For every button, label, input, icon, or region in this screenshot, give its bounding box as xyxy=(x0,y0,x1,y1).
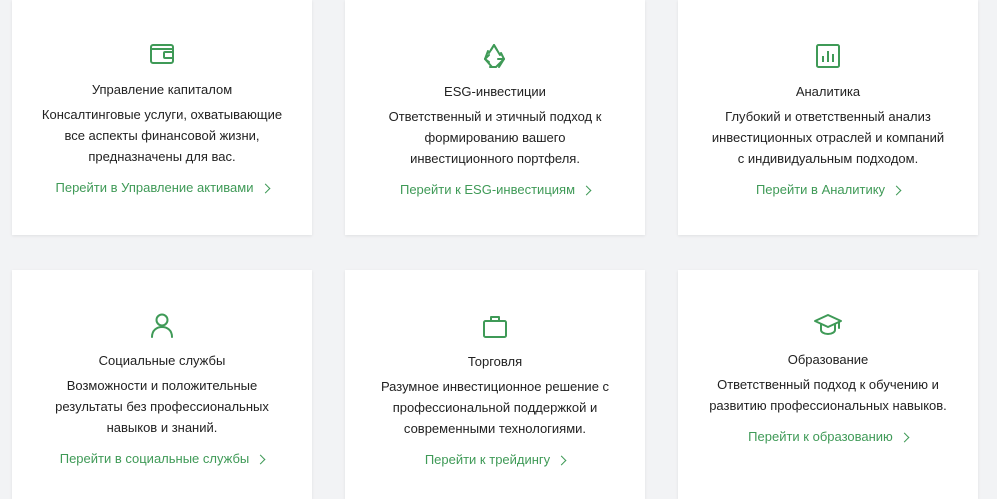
card-esg-investing: ESG-инвестиции Ответственный и этичный п… xyxy=(345,0,645,235)
card-title: Социальные службы xyxy=(98,353,226,368)
graduation-cap-icon xyxy=(812,308,844,340)
card-title: Аналитика xyxy=(795,84,861,99)
card-link-label: Перейти в социальные службы xyxy=(59,451,250,466)
card-link-label: Перейти к ESG-инвестициям xyxy=(399,182,576,197)
services-grid: Управление капиталом Консалтинговые услу… xyxy=(12,0,978,499)
card-description: Разумное инвестиционное решение с профес… xyxy=(380,379,610,436)
wallet-icon xyxy=(146,38,178,70)
card-link-label: Перейти к образованию xyxy=(748,429,893,444)
chevron-right-icon xyxy=(556,455,567,466)
card-link-social-services[interactable]: Перейти в социальные службы xyxy=(59,450,266,468)
chevron-right-icon xyxy=(260,183,270,194)
chevron-right-icon xyxy=(255,454,266,465)
card-title: ESG-инвестиции xyxy=(444,84,546,99)
card-description: Ответственный подход к обучению и развит… xyxy=(709,377,947,413)
card-link-esg-investing[interactable]: Перейти к ESG-инвестициям xyxy=(399,181,592,199)
card-social-services: Социальные службы Возможности и положите… xyxy=(12,270,312,499)
chevron-right-icon xyxy=(581,185,592,196)
bar-chart-icon xyxy=(812,40,844,72)
card-title: Торговля xyxy=(467,354,523,369)
card-link-label: Перейти в Аналитику xyxy=(755,182,886,197)
card-link-education[interactable]: Перейти к образованию xyxy=(748,428,910,446)
card-analytics: Аналитика Глубокий и ответственный анали… xyxy=(678,0,978,235)
card-link-label: Перейти в Управление активами xyxy=(55,180,254,195)
card-description: Консалтинговые услуги, охватывающие все … xyxy=(41,107,283,164)
card-title: Образование xyxy=(787,352,869,367)
card-link-wealth-management[interactable]: Перейти в Управление активами xyxy=(55,179,270,197)
user-icon xyxy=(146,309,178,341)
chevron-right-icon xyxy=(899,432,910,443)
card-description: Глубокий и ответственный анализ инвестиц… xyxy=(711,109,945,166)
card-education: Образование Ответственный подход к обуче… xyxy=(678,270,978,499)
card-description: Ответственный и этичный подход к формиро… xyxy=(388,109,602,166)
chevron-right-icon xyxy=(891,185,902,196)
card-description: Возможности и положительные результаты б… xyxy=(55,378,269,435)
card-link-label: Перейти к трейдингу xyxy=(424,452,551,467)
card-link-trading[interactable]: Перейти к трейдингу xyxy=(424,451,567,469)
card-wealth-management: Управление капиталом Консалтинговые услу… xyxy=(12,0,312,235)
recycle-icon xyxy=(479,40,511,72)
card-link-analytics[interactable]: Перейти в Аналитику xyxy=(755,181,902,199)
card-trading: Торговля Разумное инвестиционное решение… xyxy=(345,270,645,499)
briefcase-icon xyxy=(479,310,511,342)
card-title: Управление капиталом xyxy=(91,82,233,97)
